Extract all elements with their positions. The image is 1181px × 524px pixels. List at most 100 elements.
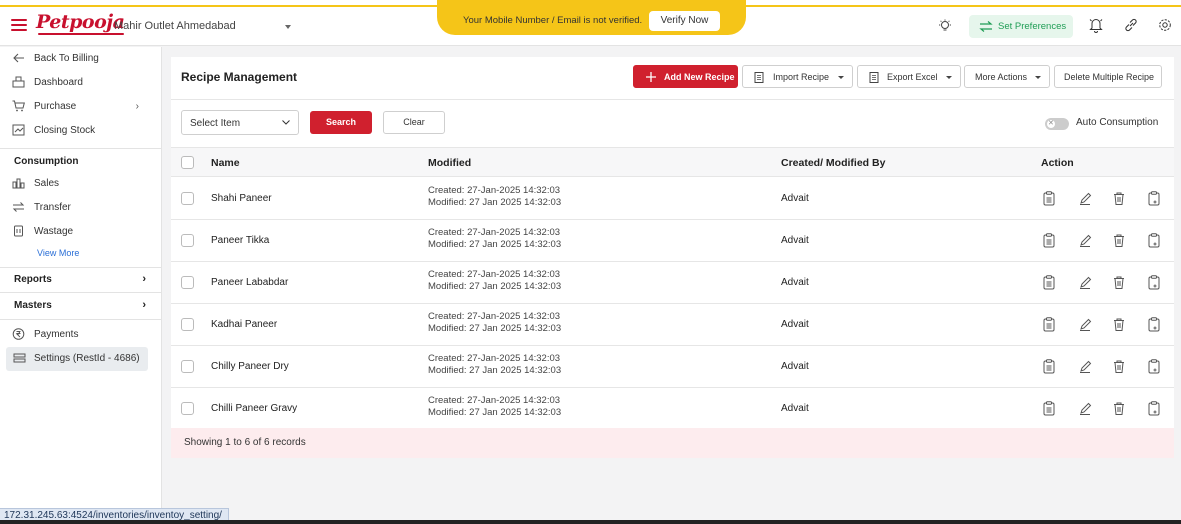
chevron-down-icon [838, 76, 844, 79]
sidebar-section-consumption: Consumption [14, 156, 79, 167]
verify-banner: Your Mobile Number / Email is not verifi… [437, 0, 746, 35]
document-icon [754, 72, 764, 83]
recipe-name: Kadhai Paneer [211, 319, 278, 330]
delete-trash-icon[interactable] [1112, 317, 1126, 332]
delete-trash-icon[interactable] [1112, 401, 1126, 416]
outlet-selector[interactable]: Mahir Outlet Ahmedabad [114, 20, 236, 32]
sidebar-item-settings[interactable]: Settings (RestId - 4686) [6, 347, 148, 371]
sidebar-label: Transfer [34, 202, 71, 213]
export-excel-button[interactable]: Export Excel [857, 65, 961, 88]
more-actions-button[interactable]: More Actions [964, 65, 1050, 88]
delete-trash-icon[interactable] [1112, 191, 1126, 206]
table-row: Paneer Lababdar Created: 27-Jan-2025 14:3… [171, 262, 1174, 304]
lightbulb-icon[interactable] [938, 19, 952, 33]
row-checkbox[interactable] [181, 234, 194, 247]
copy-recipe-icon[interactable] [1147, 191, 1161, 206]
view-recipe-icon[interactable] [1042, 191, 1056, 206]
sidebar-item-back-to-billing[interactable]: Back To Billing [0, 48, 162, 70]
view-more-link[interactable]: View More [37, 248, 79, 258]
swap-icon [979, 21, 993, 32]
modified-date: Modified: 27 Jan 2025 14:32:03 [428, 197, 562, 208]
toolbar-divider [171, 99, 1174, 100]
delete-trash-icon[interactable] [1112, 233, 1126, 248]
edit-pencil-icon[interactable] [1078, 359, 1092, 374]
copy-recipe-icon[interactable] [1147, 401, 1161, 416]
sidebar-item-purchase[interactable]: Purchase › [0, 96, 162, 118]
import-recipe-button[interactable]: Import Recipe [742, 65, 853, 88]
edit-pencil-icon[interactable] [1078, 317, 1092, 332]
chevron-down-icon[interactable] [285, 25, 291, 29]
row-checkbox[interactable] [181, 318, 194, 331]
sidebar-item-transfer[interactable]: Transfer [0, 197, 162, 219]
sidebar-divider [0, 148, 162, 149]
column-header-modified: Modified [428, 157, 472, 169]
table-footer: Showing 1 to 6 of 6 records [171, 428, 1174, 458]
chevron-right-icon: › [135, 101, 139, 112]
bell-icon[interactable] [1089, 17, 1103, 33]
sidebar-item-closing-stock[interactable]: Closing Stock [0, 120, 162, 142]
view-recipe-icon[interactable] [1042, 233, 1056, 248]
row-checkbox[interactable] [181, 192, 194, 205]
add-new-recipe-button[interactable]: Add New Recipe [633, 65, 738, 88]
dashboard-icon [12, 76, 25, 88]
sidebar-label: Masters [14, 300, 52, 311]
copy-recipe-icon[interactable] [1147, 317, 1161, 332]
select-item-dropdown[interactable]: Select Item [181, 110, 299, 135]
column-header-name: Name [211, 157, 240, 169]
view-recipe-icon[interactable] [1042, 317, 1056, 332]
row-checkbox[interactable] [181, 402, 194, 415]
delete-trash-icon[interactable] [1112, 275, 1126, 290]
set-preferences-label: Set Preferences [998, 21, 1067, 32]
gear-icon[interactable] [1158, 18, 1172, 32]
modified-info: Created: 27-Jan-2025 14:32:03 Modified: 2… [428, 269, 561, 293]
document-icon [869, 72, 879, 83]
records-count: Showing 1 to 6 of 6 records [184, 437, 306, 448]
hamburger-menu-icon[interactable] [11, 19, 27, 31]
table-row: Paneer Tikka Created: 27-Jan-2025 14:32:0… [171, 220, 1174, 262]
sidebar-item-wastage[interactable]: Wastage [0, 221, 162, 243]
modified-info: Created: 27-Jan-2025 14:32:03 Modified: 2… [428, 227, 561, 251]
copy-recipe-icon[interactable] [1147, 233, 1161, 248]
sidebar-item-reports[interactable]: Reports › [0, 268, 162, 292]
set-preferences-button[interactable]: Set Preferences [969, 15, 1073, 38]
import-recipe-label: Import Recipe [773, 72, 830, 82]
row-checkbox[interactable] [181, 276, 194, 289]
created-date: Created: 27-Jan-2025 14:32:03 [428, 311, 561, 322]
sidebar-label: Settings (RestId - 4686) [34, 353, 140, 364]
settings-icon [13, 353, 26, 363]
edit-pencil-icon[interactable] [1078, 275, 1092, 290]
view-recipe-icon[interactable] [1042, 401, 1056, 416]
copy-recipe-icon[interactable] [1147, 275, 1161, 290]
verify-now-button[interactable]: Verify Now [649, 11, 720, 31]
view-recipe-icon[interactable] [1042, 275, 1056, 290]
recipe-name: Chilli Paneer Gravy [211, 403, 298, 414]
sidebar-item-sales[interactable]: Sales [0, 173, 162, 195]
sidebar-item-payments[interactable]: Payments [0, 324, 162, 346]
sidebar-item-masters[interactable]: Masters › [0, 294, 162, 318]
edit-pencil-icon[interactable] [1078, 233, 1092, 248]
top-header: Petpooja Mahir Outlet Ahmedabad Your Mob… [0, 0, 1181, 46]
edit-pencil-icon[interactable] [1078, 401, 1092, 416]
search-button[interactable]: Search [310, 111, 372, 134]
toggle-off-icon: ✕ [1048, 120, 1054, 127]
sidebar-item-dashboard[interactable]: Dashboard [0, 72, 162, 94]
chevron-down-icon [282, 120, 290, 125]
delete-multiple-recipe-label: Delete Multiple Recipe [1064, 72, 1155, 82]
delete-multiple-recipe-button[interactable]: Delete Multiple Recipe [1054, 65, 1162, 88]
copy-recipe-icon[interactable] [1147, 359, 1161, 374]
arrow-left-icon [13, 53, 24, 63]
modified-date: Modified: 27 Jan 2025 14:32:03 [428, 407, 562, 418]
created-by: Advait [781, 235, 809, 246]
row-checkbox[interactable] [181, 360, 194, 373]
modified-info: Created: 27-Jan-2025 14:32:03 Modified: 2… [428, 395, 561, 419]
petpooja-logo[interactable]: Petpooja [36, 11, 125, 35]
select-all-checkbox[interactable] [181, 156, 194, 169]
view-recipe-icon[interactable] [1042, 359, 1056, 374]
created-by: Advait [781, 277, 809, 288]
clear-button[interactable]: Clear [383, 111, 445, 134]
recipe-management-card: Recipe Management Add New Recipe Import … [171, 57, 1174, 458]
delete-trash-icon[interactable] [1112, 359, 1126, 374]
link-icon[interactable] [1124, 18, 1138, 32]
edit-pencil-icon[interactable] [1078, 191, 1092, 206]
sidebar-divider [0, 319, 162, 320]
